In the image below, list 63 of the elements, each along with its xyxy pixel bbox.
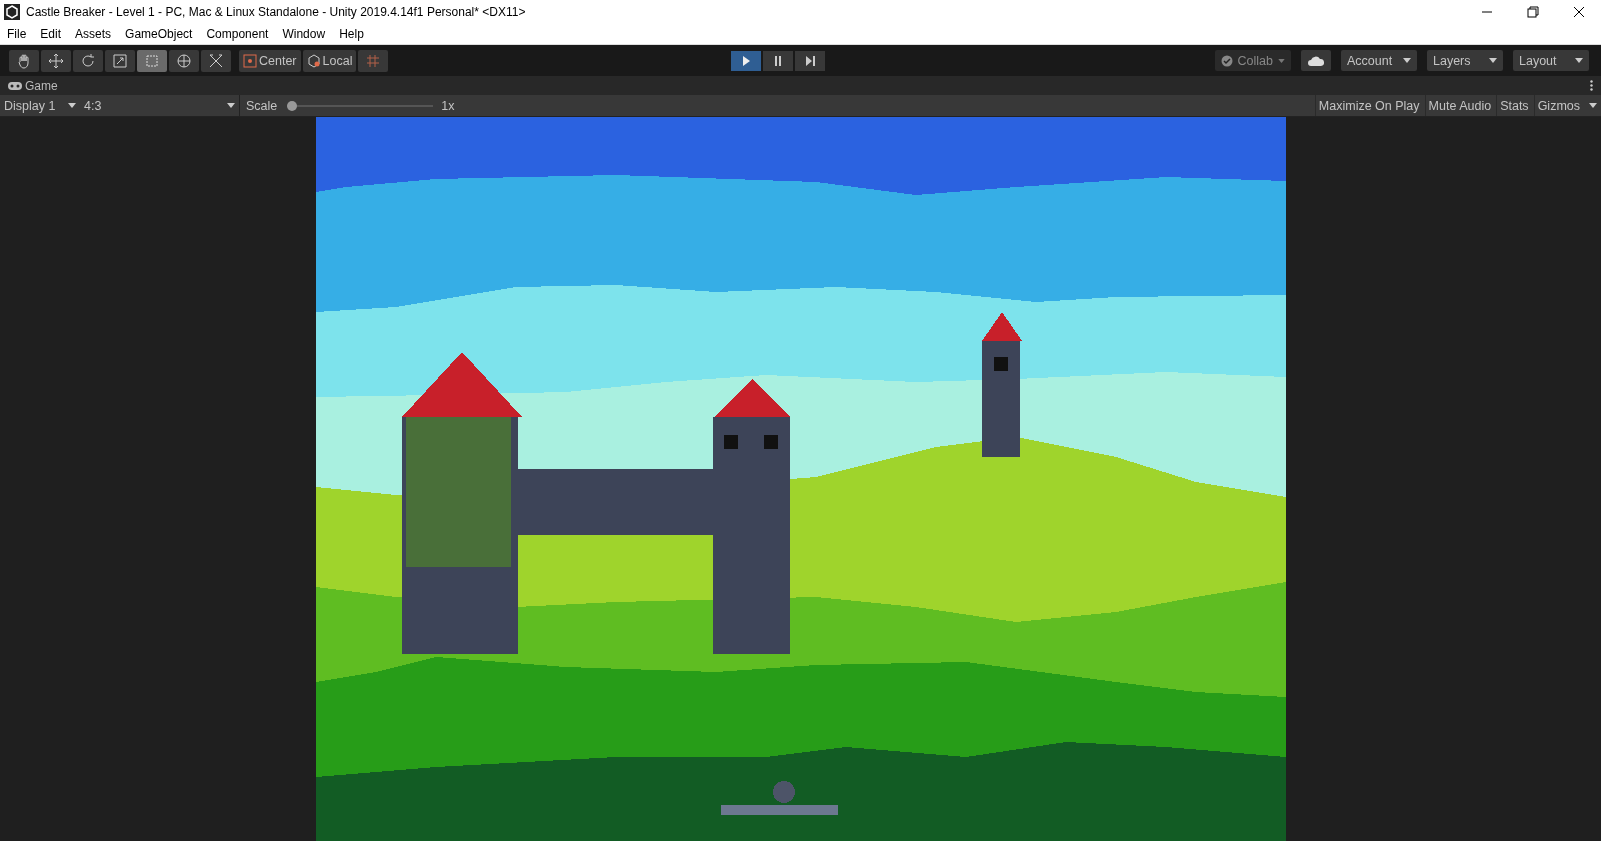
layout-dropdown[interactable]: Layout <box>1513 50 1589 71</box>
pause-icon <box>772 54 784 67</box>
hand-tool-button[interactable] <box>9 49 39 72</box>
window-title: Castle Breaker - Level 1 - PC, Mac & Linux Standalone - Unity 2019.4.14f1 Personal* <DX11> <box>26 4 526 19</box>
crossed-tools-icon <box>208 52 224 69</box>
cube-icon <box>306 53 321 68</box>
scale-icon <box>112 52 128 69</box>
layers-dropdown[interactable]: Layers <box>1427 50 1503 71</box>
local-pivot-button[interactable]: Local <box>302 49 357 72</box>
custom-tool-button[interactable] <box>201 49 231 72</box>
aspect-dropdown[interactable]: 4:3 <box>80 95 240 116</box>
pivot-center-icon <box>243 53 257 68</box>
menu-item[interactable]: GameObject <box>125 26 193 41</box>
collab-dropdown[interactable]: Collab <box>1214 50 1291 71</box>
scale-value: 1x <box>441 98 455 113</box>
caret-icon <box>227 103 235 108</box>
rect-tool-icon <box>144 52 160 69</box>
menu-item[interactable]: Assets <box>75 26 112 41</box>
grid-pivot-button[interactable] <box>358 49 389 72</box>
cloud-icon <box>1307 54 1325 67</box>
move-arrows-icon <box>48 52 64 69</box>
move-tool-button[interactable] <box>41 49 71 72</box>
close-icon[interactable] <box>1573 5 1585 18</box>
menu-item[interactable]: Help <box>339 26 364 41</box>
scale-tool-button[interactable] <box>105 49 135 72</box>
step-icon <box>804 54 816 67</box>
caret-icon <box>1575 58 1583 63</box>
gamepad-icon <box>8 81 22 90</box>
cloud-button[interactable] <box>1301 50 1331 71</box>
rotate-icon <box>80 52 96 69</box>
play-button[interactable] <box>731 50 761 71</box>
app-logo-icon <box>4 3 20 20</box>
menu-item[interactable]: Component <box>206 26 269 41</box>
scale-slider[interactable] <box>287 99 434 112</box>
menu-item[interactable]: Edit <box>40 26 62 41</box>
display-dropdown[interactable]: Display 1 <box>0 95 80 116</box>
step-button[interactable] <box>795 50 825 71</box>
transform-tool-button[interactable] <box>169 49 199 72</box>
caret-icon <box>1489 58 1497 63</box>
slider-thumb[interactable] <box>287 100 298 111</box>
game-tab[interactable]: Game <box>8 78 58 93</box>
caret-icon <box>1403 58 1411 63</box>
caret-icon[interactable] <box>1589 103 1597 108</box>
rotate-tool-button[interactable] <box>73 49 103 72</box>
center-pivot-button[interactable]: Center <box>239 49 301 72</box>
play-icon <box>740 54 752 67</box>
toolbar-toggle[interactable]: Gizmos <box>1533 95 1583 116</box>
rect-tool-button[interactable] <box>137 49 167 72</box>
scale-label: Scale <box>246 98 278 113</box>
hand-icon <box>16 52 32 69</box>
restore-icon[interactable] <box>1527 5 1539 18</box>
toolbar-toggle[interactable]: Maximize On Play <box>1314 95 1423 116</box>
grid-snap-icon <box>366 53 381 68</box>
ball <box>772 781 795 803</box>
transform-icon <box>176 52 192 69</box>
menu-item[interactable]: File <box>7 26 27 41</box>
caret-icon <box>68 103 76 108</box>
menu-item[interactable]: Window <box>282 26 326 41</box>
caret-icon <box>1278 58 1285 63</box>
more-options-icon[interactable] <box>1590 80 1593 91</box>
account-dropdown[interactable]: Account <box>1341 50 1417 71</box>
checkmark-icon <box>1220 54 1233 67</box>
pause-button[interactable] <box>763 50 793 71</box>
